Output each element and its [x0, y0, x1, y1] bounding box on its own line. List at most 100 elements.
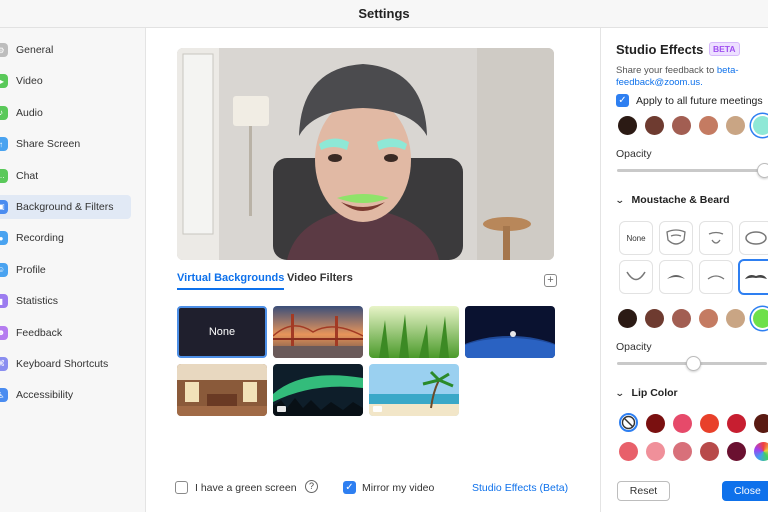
beard-chin-option[interactable] [619, 260, 653, 294]
moustache-color-swatch[interactable] [672, 309, 691, 328]
lip-color-swatch[interactable] [700, 442, 719, 461]
sidebar-item-background-filters[interactable]: ▣ Background & Filters [0, 194, 131, 219]
background-golden-gate-bridge[interactable] [273, 306, 363, 358]
background-none[interactable]: None [177, 306, 267, 358]
apply-future-meetings: ✓ Apply to all future meetings [616, 94, 768, 110]
sidebar-item-label: Video [16, 75, 43, 88]
lip-color-swatch[interactable] [700, 414, 719, 433]
video-background-icon [373, 406, 382, 412]
headphones-icon: ♪ [0, 105, 8, 120]
eyebrow-color-swatch[interactable] [726, 116, 745, 135]
green-screen-checkbox[interactable] [175, 481, 188, 494]
sidebar-item-general[interactable]: ⚙ General [0, 38, 131, 62]
chevron-down-icon: ⌄ [614, 388, 625, 398]
sidebar-item-label: Background & Filters [16, 200, 114, 213]
sidebar-item-chat[interactable]: … Chat [0, 164, 131, 188]
goatee-option[interactable] [699, 221, 733, 255]
moustache-opacity-slider-handle[interactable] [686, 356, 701, 371]
beard-full-icon [666, 229, 686, 245]
eyebrow-color-swatch-selected[interactable] [753, 116, 768, 135]
video-background-icon [277, 406, 286, 412]
no-color-icon [621, 415, 636, 430]
lip-color-swatch[interactable] [673, 442, 692, 461]
eyebrow-color-row [618, 116, 768, 138]
moustache-color-row [618, 309, 768, 331]
statistics-icon: ▮ [0, 294, 8, 309]
opacity-label: Opacity [616, 148, 652, 160]
video-icon: ▶ [0, 74, 8, 89]
sidebar-item-label: Recording [16, 232, 64, 245]
sidebar-item-profile[interactable]: ☺ Profile [0, 258, 131, 282]
eyebrow-color-swatch[interactable] [699, 116, 718, 135]
sidebar-item-feedback[interactable]: ☻ Feedback [0, 321, 131, 345]
tab-virtual-backgrounds[interactable]: Virtual Backgrounds [177, 272, 285, 290]
eyebrow-opacity-slider-handle[interactable] [757, 163, 768, 178]
lip-color-swatch[interactable] [727, 414, 746, 433]
moustache-thin-icon [707, 275, 725, 280]
lip-color-custom-picker[interactable] [754, 442, 768, 461]
main-content: Virtual Backgrounds Video Filters + None [146, 28, 600, 512]
moustache-thick-icon [667, 275, 685, 279]
lip-color-none-selected[interactable] [619, 413, 638, 432]
lip-color-swatch[interactable] [619, 442, 638, 461]
moustache-thick-option[interactable] [659, 260, 693, 294]
moustache-none[interactable]: None [619, 221, 653, 255]
window-title: Settings [358, 6, 410, 21]
moustache-color-swatch[interactable] [726, 309, 745, 328]
grass-image [369, 306, 459, 358]
sidebar-item-share-screen[interactable]: ↑ Share Screen [0, 132, 131, 156]
help-icon[interactable]: ? [305, 480, 318, 493]
background-grass[interactable] [369, 306, 459, 358]
beard-full-option[interactable] [659, 221, 693, 255]
moustache-curled-option-selected[interactable] [738, 259, 768, 295]
eyebrow-opacity-slider[interactable] [617, 169, 767, 172]
sidebar-item-recording[interactable]: ● Recording [0, 226, 131, 250]
eyebrow-color-swatch[interactable] [672, 116, 691, 135]
background-earth-from-space[interactable] [465, 306, 555, 358]
accessibility-icon: ♿ [0, 388, 8, 403]
sidebar-item-video[interactable]: ▶ Video [0, 69, 131, 93]
eyebrow-color-swatch[interactable] [645, 116, 664, 135]
moustache-color-swatch[interactable] [618, 309, 637, 328]
profile-icon: ☺ [0, 262, 8, 277]
moustache-none-label: None [626, 233, 646, 243]
moustache-beard-title: Moustache & Beard [631, 194, 730, 206]
aurora-image [273, 364, 363, 416]
sidebar-item-accessibility[interactable]: ♿ Accessibility [0, 383, 131, 407]
reset-button[interactable]: Reset [617, 481, 670, 501]
lip-color-swatch[interactable] [673, 414, 692, 433]
sidebar-item-statistics[interactable]: ▮ Statistics [0, 289, 131, 313]
background-none-label: None [208, 326, 236, 338]
recording-icon: ● [0, 231, 8, 246]
background-beach[interactable] [369, 364, 459, 416]
camera-feed-image [177, 48, 554, 260]
apply-future-meetings-checkbox[interactable]: ✓ [616, 94, 629, 107]
mirror-video-checkbox[interactable]: ✓ [343, 481, 356, 494]
add-background-button[interactable]: + [544, 274, 557, 287]
eyebrow-color-swatch[interactable] [618, 116, 637, 135]
moustache-thin-option[interactable] [699, 260, 733, 294]
close-button[interactable]: Close [722, 481, 768, 501]
moustache-color-swatch[interactable] [699, 309, 718, 328]
lip-color-swatch[interactable] [727, 442, 746, 461]
background-interior-room[interactable] [177, 364, 267, 416]
interior-room-image [177, 364, 267, 416]
beard-ring-option[interactable] [739, 221, 768, 255]
lip-color-swatch[interactable] [754, 414, 768, 433]
beach-image [369, 364, 459, 416]
background-aurora[interactable] [273, 364, 363, 416]
sidebar-item-keyboard-shortcuts[interactable]: ⌘ Keyboard Shortcuts [0, 352, 131, 376]
studio-effects-link[interactable]: Studio Effects (Beta) [472, 482, 568, 494]
moustache-color-swatch[interactable] [645, 309, 664, 328]
tab-video-filters[interactable]: Video Filters [287, 272, 353, 288]
lip-color-swatch[interactable] [646, 414, 665, 433]
lip-color-header[interactable]: ⌄ Lip Color [614, 387, 678, 399]
opacity-label: Opacity [616, 341, 652, 353]
sidebar-item-label: Keyboard Shortcuts [16, 357, 109, 370]
moustache-color-swatch-selected[interactable] [753, 309, 768, 328]
sidebar-item-label: Share Screen [16, 138, 81, 151]
background-icon: ▣ [0, 199, 8, 214]
lip-color-swatch[interactable] [646, 442, 665, 461]
moustache-beard-header[interactable]: ⌄ Moustache & Beard [615, 194, 730, 206]
sidebar-item-audio[interactable]: ♪ Audio [0, 101, 131, 125]
